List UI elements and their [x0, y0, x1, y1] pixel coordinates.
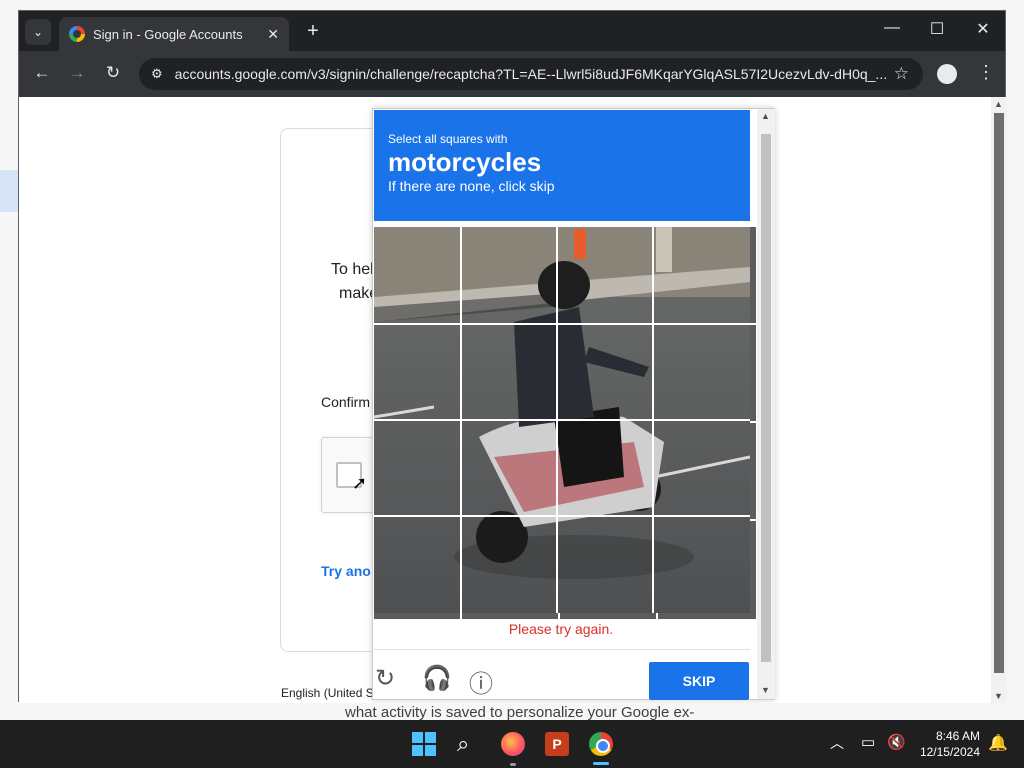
page-scroll-up-icon[interactable]: ▲: [994, 99, 1003, 109]
search-icon[interactable]: ⌕: [457, 732, 481, 756]
firefox-running-indicator: [510, 763, 516, 766]
chrome-window: ⌄ Sign in - Google Accounts ✕ + — ☐ ✕ ← …: [18, 10, 1007, 703]
challenge-target: motorcycles: [388, 147, 542, 177]
tab-search-button[interactable]: ⌄: [25, 19, 51, 45]
grid-tile[interactable]: [374, 227, 460, 323]
site-info-icon[interactable]: ⚙: [151, 66, 163, 82]
page-scroll-down-icon[interactable]: ▼: [994, 691, 1003, 701]
page-viewport: To hel make Confirm Try ano English (Uni…: [19, 97, 991, 703]
challenge-footer: ↻ 🎧 ⓘ SKIP: [374, 649, 750, 700]
scroll-thumb[interactable]: [761, 134, 771, 662]
back-button[interactable]: ←: [31, 63, 53, 83]
challenge-scrollbar[interactable]: ▲ ▼: [757, 109, 775, 699]
browser-toolbar: ← → ↻ ⚙ accounts.google.com/v3/signin/ch…: [19, 51, 1005, 97]
notification-bell-icon[interactable]: 🔔: [988, 733, 1008, 753]
clock-time: 8:46 AM: [935, 729, 980, 743]
audio-challenge-icon[interactable]: 🎧: [422, 664, 452, 693]
tray-chevron-icon[interactable]: ︿: [830, 733, 844, 753]
address-bar[interactable]: ⚙ accounts.google.com/v3/signin/challeng…: [139, 58, 923, 90]
grid-tile[interactable]: [658, 521, 756, 619]
minimize-button[interactable]: —: [877, 19, 907, 37]
grid-tile[interactable]: [560, 325, 656, 421]
challenge-header: Select all squares with motorcycles If t…: [374, 110, 750, 221]
grid-tile[interactable]: [374, 325, 460, 421]
grid-tile[interactable]: [658, 227, 756, 323]
grid-tile[interactable]: [462, 423, 558, 519]
skip-button[interactable]: SKIP: [649, 662, 749, 700]
reload-challenge-icon[interactable]: ↻: [375, 664, 395, 693]
grid-tile[interactable]: [462, 227, 558, 323]
language-selector[interactable]: English (United S: [281, 686, 374, 700]
scroll-down-icon[interactable]: ▼: [761, 685, 770, 695]
grid-tile[interactable]: [658, 423, 756, 519]
powerpoint-icon[interactable]: P: [545, 732, 569, 756]
mouse-cursor-icon: ➚: [352, 473, 368, 493]
background-page-text: what activity is saved to personalize yo…: [345, 704, 695, 721]
chrome-icon[interactable]: [589, 732, 613, 756]
start-icon[interactable]: [412, 732, 436, 756]
bookmark-star-icon[interactable]: ☆: [894, 64, 909, 84]
page-scrollbar[interactable]: ▲ ▼: [991, 97, 1007, 703]
reload-button[interactable]: ↻: [102, 63, 124, 83]
grid-tile[interactable]: [462, 325, 558, 421]
try-another-way-link[interactable]: Try ano: [321, 563, 371, 579]
profile-icon[interactable]: [937, 64, 957, 84]
chrome-active-indicator: [593, 762, 609, 765]
tab-title: Sign in - Google Accounts: [93, 26, 243, 42]
info-icon[interactable]: ⓘ: [469, 664, 493, 699]
page-scroll-thumb[interactable]: [994, 113, 1004, 673]
clock-date: 12/15/2024: [919, 745, 980, 759]
grid-tile[interactable]: [560, 423, 656, 519]
new-tab-button[interactable]: +: [301, 20, 325, 44]
network-icon[interactable]: ▭: [861, 733, 875, 751]
url-text[interactable]: accounts.google.com/v3/signin/challenge/…: [175, 66, 886, 82]
challenge-instruction: Select all squares with: [388, 132, 508, 146]
title-bar: ⌄ Sign in - Google Accounts ✕ + — ☐ ✕: [19, 11, 1005, 51]
grid-tile[interactable]: [374, 423, 460, 519]
image-grid: [374, 227, 756, 619]
grid-tile[interactable]: [462, 521, 558, 619]
firefox-icon[interactable]: [501, 732, 525, 756]
tab-close-icon[interactable]: ✕: [267, 26, 279, 43]
grid-tile[interactable]: [560, 521, 656, 619]
browser-tab[interactable]: Sign in - Google Accounts ✕: [59, 17, 289, 51]
close-window-button[interactable]: ✕: [968, 19, 998, 39]
recaptcha-challenge: Select all squares with motorcycles If t…: [372, 108, 775, 700]
error-message: Please try again.: [508, 621, 614, 637]
taskbar: ⌕ P ︿ ▭ 🔇 8:46 AM 12/15/2024 🔔: [0, 720, 1024, 768]
volume-muted-icon[interactable]: 🔇: [887, 733, 906, 751]
grid-tile[interactable]: [374, 521, 460, 619]
grid-tile[interactable]: [658, 325, 756, 421]
background-window-edge: [0, 170, 18, 212]
clock[interactable]: 8:46 AM 12/15/2024: [916, 728, 980, 760]
challenge-subtext: If there are none, click skip: [388, 178, 555, 194]
grid-tile[interactable]: [560, 227, 656, 323]
google-favicon-icon: [69, 26, 85, 42]
forward-button[interactable]: →: [66, 63, 88, 83]
confirm-label: Confirm: [321, 394, 371, 410]
maximize-button[interactable]: ☐: [922, 19, 952, 39]
scroll-up-icon[interactable]: ▲: [761, 111, 770, 121]
chrome-menu-icon[interactable]: ⋮: [977, 62, 995, 83]
